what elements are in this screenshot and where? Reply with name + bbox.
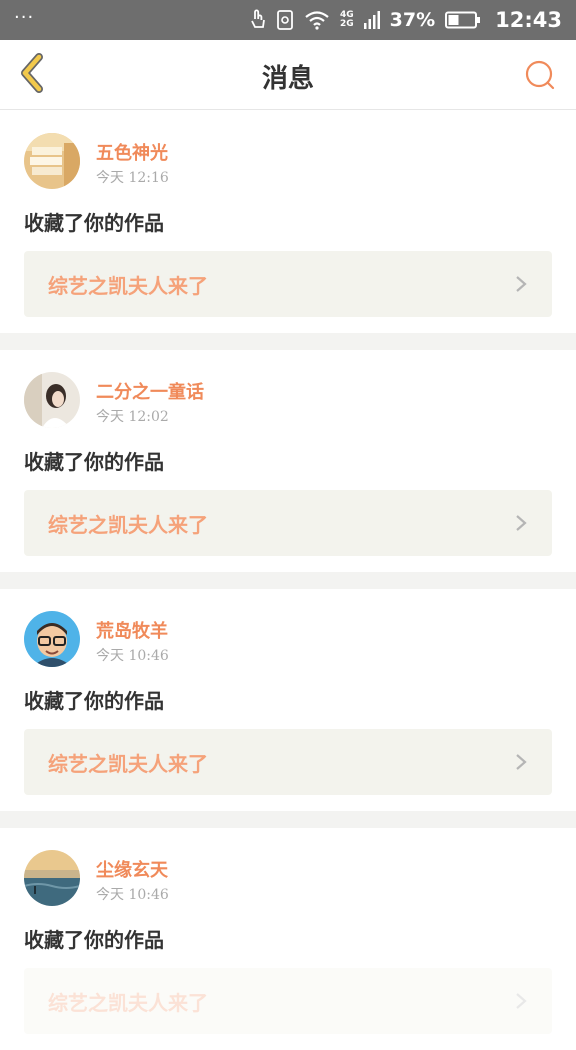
work-link[interactable]: 综艺之凯夫人来了 [24, 729, 552, 795]
user-name[interactable]: 荒岛牧羊 [96, 617, 168, 643]
message-item: 二分之一童话 今天 12:02 收藏了你的作品 综艺之凯夫人来了 [0, 350, 576, 572]
work-link[interactable]: 综艺之凯夫人来了 [24, 490, 552, 556]
timestamp: 今天 10:46 [96, 887, 169, 903]
user-name[interactable]: 五色神光 [96, 139, 168, 165]
status-icons: 4G 2G 37% 12:43 [248, 8, 562, 32]
work-title: 综艺之凯夫人来了 [48, 990, 208, 1015]
divider [0, 811, 576, 828]
avatar[interactable] [24, 850, 80, 906]
wifi-icon [304, 10, 330, 30]
status-bar: ··· 4G 2G 37% 12:43 [0, 0, 576, 40]
notification-dots: ··· [14, 6, 35, 28]
clock: 12:43 [495, 8, 562, 32]
chevron-right-icon [514, 513, 528, 537]
touch-icon [248, 9, 266, 31]
work-title: 综艺之凯夫人来了 [48, 512, 208, 537]
user-name[interactable]: 尘缘玄天 [96, 856, 168, 882]
timestamp: 今天 12:16 [96, 170, 169, 186]
nav-bar: 消息 [0, 40, 576, 110]
search-icon [522, 60, 558, 97]
action-text: 收藏了你的作品 [24, 689, 164, 713]
timestamp: 今天 12:02 [96, 409, 169, 425]
network-type: 4G 2G [340, 10, 354, 29]
chevron-right-icon [514, 752, 528, 776]
avatar[interactable] [24, 372, 80, 428]
divider [0, 572, 576, 589]
avatar[interactable] [24, 611, 80, 667]
signal-icon [363, 11, 380, 29]
sim-icon [276, 9, 294, 31]
battery-icon [445, 11, 481, 29]
action-text: 收藏了你的作品 [24, 450, 164, 474]
page-title: 消息 [261, 64, 314, 94]
work-link[interactable]: 综艺之凯夫人来了 [24, 968, 552, 1034]
action-text: 收藏了你的作品 [24, 211, 164, 235]
timestamp: 今天 10:46 [96, 648, 169, 664]
avatar[interactable] [24, 133, 80, 189]
work-title: 综艺之凯夫人来了 [48, 273, 208, 298]
work-title: 综艺之凯夫人来了 [48, 751, 208, 776]
search-button[interactable] [522, 57, 558, 93]
battery-percent: 37% [389, 9, 436, 31]
message-item: 荒岛牧羊 今天 10:46 收藏了你的作品 综艺之凯夫人来了 [0, 589, 576, 811]
work-link[interactable]: 综艺之凯夫人来了 [24, 251, 552, 317]
message-item: 尘缘玄天 今天 10:46 收藏了你的作品 综艺之凯夫人来了 [0, 828, 576, 1050]
message-list: 五色神光 今天 12:16 收藏了你的作品 综艺之凯夫人来了 二分之一童话 今天… [0, 111, 576, 1050]
chevron-right-icon [514, 991, 528, 1015]
divider [0, 333, 576, 350]
user-name[interactable]: 二分之一童话 [96, 378, 204, 404]
action-text: 收藏了你的作品 [24, 928, 164, 952]
chevron-right-icon [514, 274, 528, 298]
message-item: 五色神光 今天 12:16 收藏了你的作品 综艺之凯夫人来了 [0, 111, 576, 333]
